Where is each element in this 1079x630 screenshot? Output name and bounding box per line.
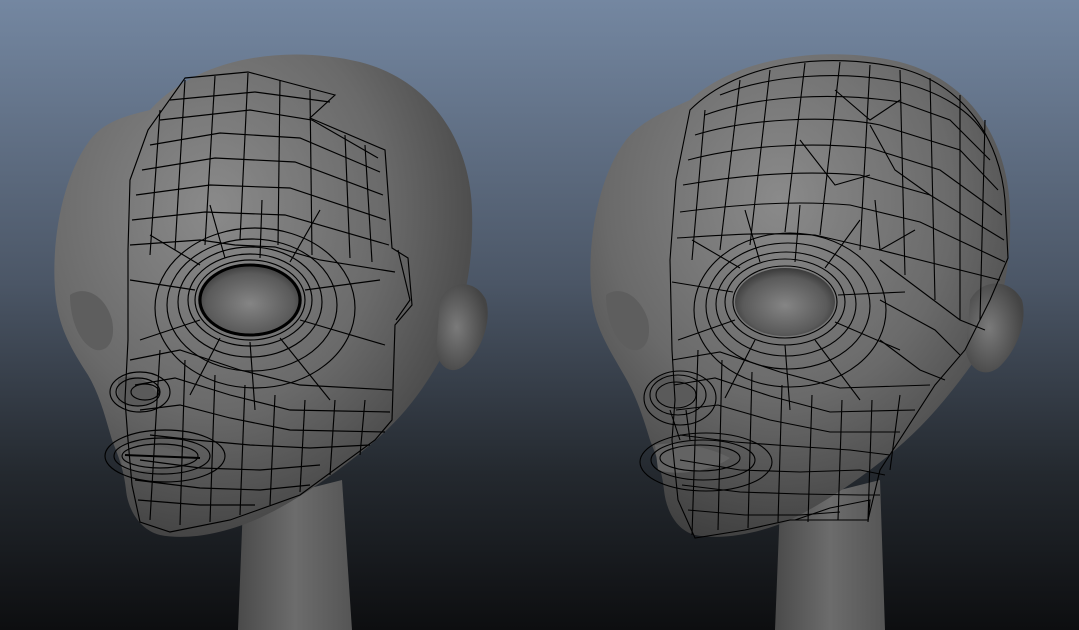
eye-socket-right-head <box>735 268 835 336</box>
3d-viewport[interactable] <box>0 0 1079 630</box>
viewport-canvas <box>0 0 1079 630</box>
